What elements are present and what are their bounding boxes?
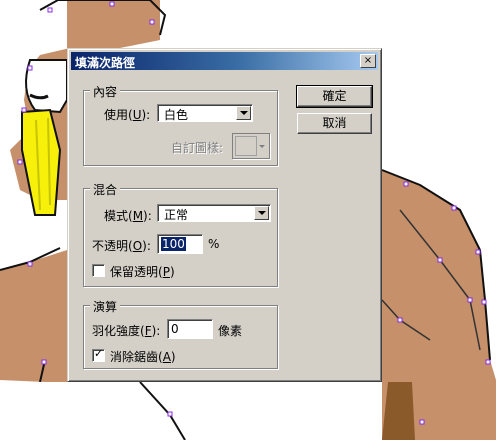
cancel-button[interactable]: 取消 [297, 113, 372, 134]
feather-value: 0 [171, 322, 179, 336]
close-icon: × [363, 55, 373, 66]
blending-group-title: 混合 [90, 181, 121, 198]
opacity-input[interactable]: 100 [157, 234, 203, 254]
ok-button[interactable]: 確定 [296, 85, 373, 108]
feather-input[interactable]: 0 [167, 319, 213, 339]
feather-label: 羽化強度(F): [92, 324, 161, 338]
dialog-title: 填滿次路徑 [75, 56, 136, 70]
use-label: 使用(U): [104, 108, 151, 122]
antialias-checkbox[interactable]: ✓ [92, 347, 105, 362]
checkmark-icon: ✓ [94, 347, 104, 360]
pattern-swatch [235, 136, 257, 156]
dialog-titlebar[interactable]: 填滿次路徑 × [71, 52, 378, 70]
rendering-group-title: 演算 [90, 298, 121, 315]
custom-pattern-picker [232, 133, 270, 159]
dog-left-body [0, 250, 67, 382]
chevron-down-icon [256, 136, 267, 156]
fill-subpath-dialog: 填滿次路徑 × 內容 使用(U): 白色 自訂圖樣: 混合 模式(M): 正常 … [67, 48, 382, 382]
close-button[interactable]: × [360, 54, 376, 68]
opacity-value: 100 [161, 237, 186, 251]
chevron-down-icon[interactable] [254, 206, 269, 220]
use-select[interactable]: 白色 [157, 104, 253, 122]
preserve-transparency-label[interactable]: 保留透明(P) [110, 263, 175, 280]
mode-select-value: 正常 [164, 208, 189, 222]
opacity-unit: % [208, 237, 220, 251]
use-select-value: 白色 [164, 108, 189, 122]
mode-label: 模式(M): [104, 209, 152, 223]
contents-group-title: 內容 [90, 83, 121, 100]
mode-select[interactable]: 正常 [157, 204, 271, 222]
feather-unit: 像素 [218, 324, 243, 338]
custom-pattern-label: 自訂圖樣: [171, 141, 224, 155]
preserve-transparency-checkbox[interactable] [92, 264, 105, 277]
antialias-label[interactable]: 消除鋸齒(A) [110, 348, 176, 365]
chevron-down-icon[interactable] [236, 106, 251, 120]
opacity-label: 不透明(O): [92, 239, 151, 253]
